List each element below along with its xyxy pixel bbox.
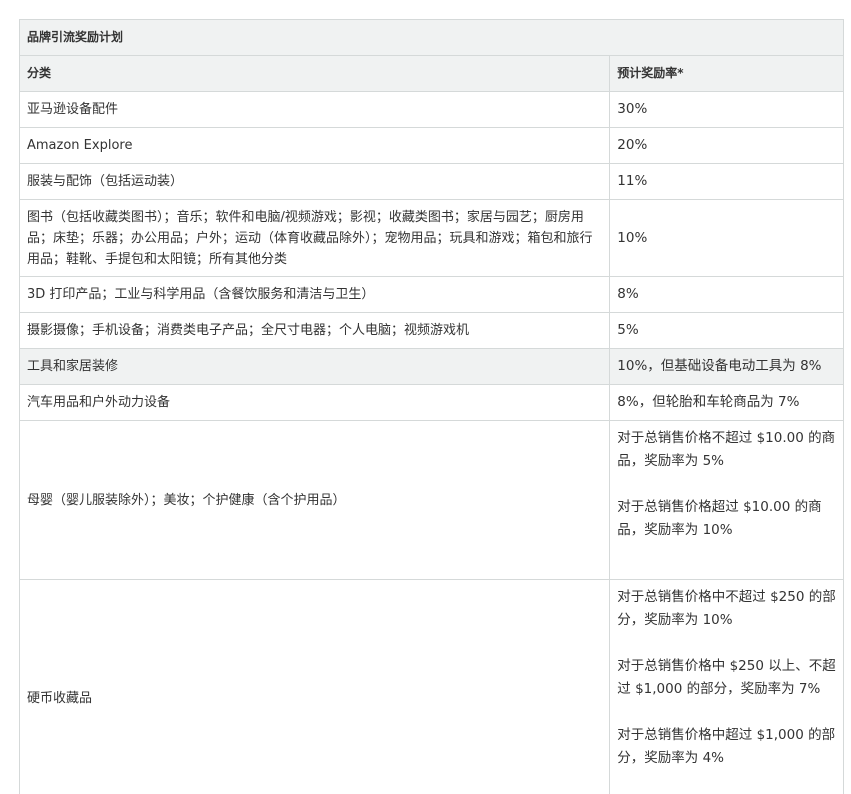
table-row: 3D 打印产品；工业与科学用品（含餐饮服务和清洁与卫生） 8% — [18, 276, 844, 313]
category-cell: 摄影摄像；手机设备；消费类电子产品；全尺寸电器；个人电脑；视频游戏机 — [18, 312, 611, 349]
rate-cell: 10%，但基础设备电动工具为 8% — [609, 348, 844, 385]
header-rate: 预计奖励率* — [609, 55, 844, 92]
rate-cell: 10% — [609, 199, 844, 277]
category-cell: Amazon Explore — [18, 127, 611, 164]
rate-cell: 30% — [609, 91, 844, 128]
table-title: 品牌引流奖励计划 — [19, 19, 844, 56]
rate-line: 对于总销售价格中不超过 $250 的部分，奖励率为 10% — [617, 589, 836, 628]
reward-table-container: 品牌引流奖励计划 分类 预计奖励率* 亚马逊设备配件 30% Amazon Ex… — [18, 19, 844, 794]
rate-line: 对于总销售价格中 $250 以上、不超过 $1,000 的部分，奖励率为 7% — [617, 658, 836, 697]
table-row: 图书（包括收藏类图书）；音乐；软件和电脑/视频游戏；影视；收藏类图书；家居与园艺… — [18, 199, 844, 277]
table-row: 硬币收藏品 对于总销售价格中不超过 $250 的部分，奖励率为 10% 对于总销… — [18, 579, 844, 794]
table-row: Amazon Explore 20% — [18, 127, 844, 164]
table-row: 亚马逊设备配件 30% — [18, 91, 844, 128]
table-title-row: 品牌引流奖励计划 — [19, 19, 844, 56]
rate-cell: 20% — [609, 127, 844, 164]
category-cell: 服装与配饰（包括运动装） — [18, 163, 611, 200]
category-cell: 硬币收藏品 — [18, 579, 611, 794]
table-row: 母婴（婴儿服装除外）；美妆；个护健康（含个护用品） 对于总销售价格不超过 $10… — [18, 420, 844, 580]
rate-cell: 对于总销售价格不超过 $10.00 的商品，奖励率为 5% 对于总销售价格超过 … — [609, 420, 844, 580]
rate-cell: 8% — [609, 276, 844, 313]
table-header-row: 分类 预计奖励率* — [18, 55, 844, 92]
category-cell: 亚马逊设备配件 — [18, 91, 611, 128]
table-row: 工具和家居装修 10%，但基础设备电动工具为 8% — [18, 348, 844, 385]
category-cell: 工具和家居装修 — [18, 348, 611, 385]
category-cell: 图书（包括收藏类图书）；音乐；软件和电脑/视频游戏；影视；收藏类图书；家居与园艺… — [18, 199, 611, 277]
rate-line: 对于总销售价格中超过 $1,000 的部分，奖励率为 4% — [617, 727, 836, 766]
category-cell: 3D 打印产品；工业与科学用品（含餐饮服务和清洁与卫生） — [18, 276, 611, 313]
header-category: 分类 — [18, 55, 611, 92]
table-row: 汽车用品和户外动力设备 8%，但轮胎和车轮商品为 7% — [18, 384, 844, 421]
rate-cell: 8%，但轮胎和车轮商品为 7% — [609, 384, 844, 421]
rate-cell: 5% — [609, 312, 844, 349]
table-row: 服装与配饰（包括运动装） 11% — [18, 163, 844, 200]
rate-cell: 11% — [609, 163, 844, 200]
category-cell: 母婴（婴儿服装除外）；美妆；个护健康（含个护用品） — [18, 420, 611, 580]
rate-cell: 对于总销售价格中不超过 $250 的部分，奖励率为 10% 对于总销售价格中 $… — [609, 579, 844, 794]
rate-line: 对于总销售价格超过 $10.00 的商品，奖励率为 10% — [617, 499, 822, 538]
table-row: 摄影摄像；手机设备；消费类电子产品；全尺寸电器；个人电脑；视频游戏机 5% — [18, 312, 844, 349]
category-cell: 汽车用品和户外动力设备 — [18, 384, 611, 421]
brand-referral-reward-table: 品牌引流奖励计划 分类 预计奖励率* 亚马逊设备配件 30% Amazon Ex… — [18, 19, 844, 794]
rate-line: 对于总销售价格不超过 $10.00 的商品，奖励率为 5% — [617, 430, 836, 469]
